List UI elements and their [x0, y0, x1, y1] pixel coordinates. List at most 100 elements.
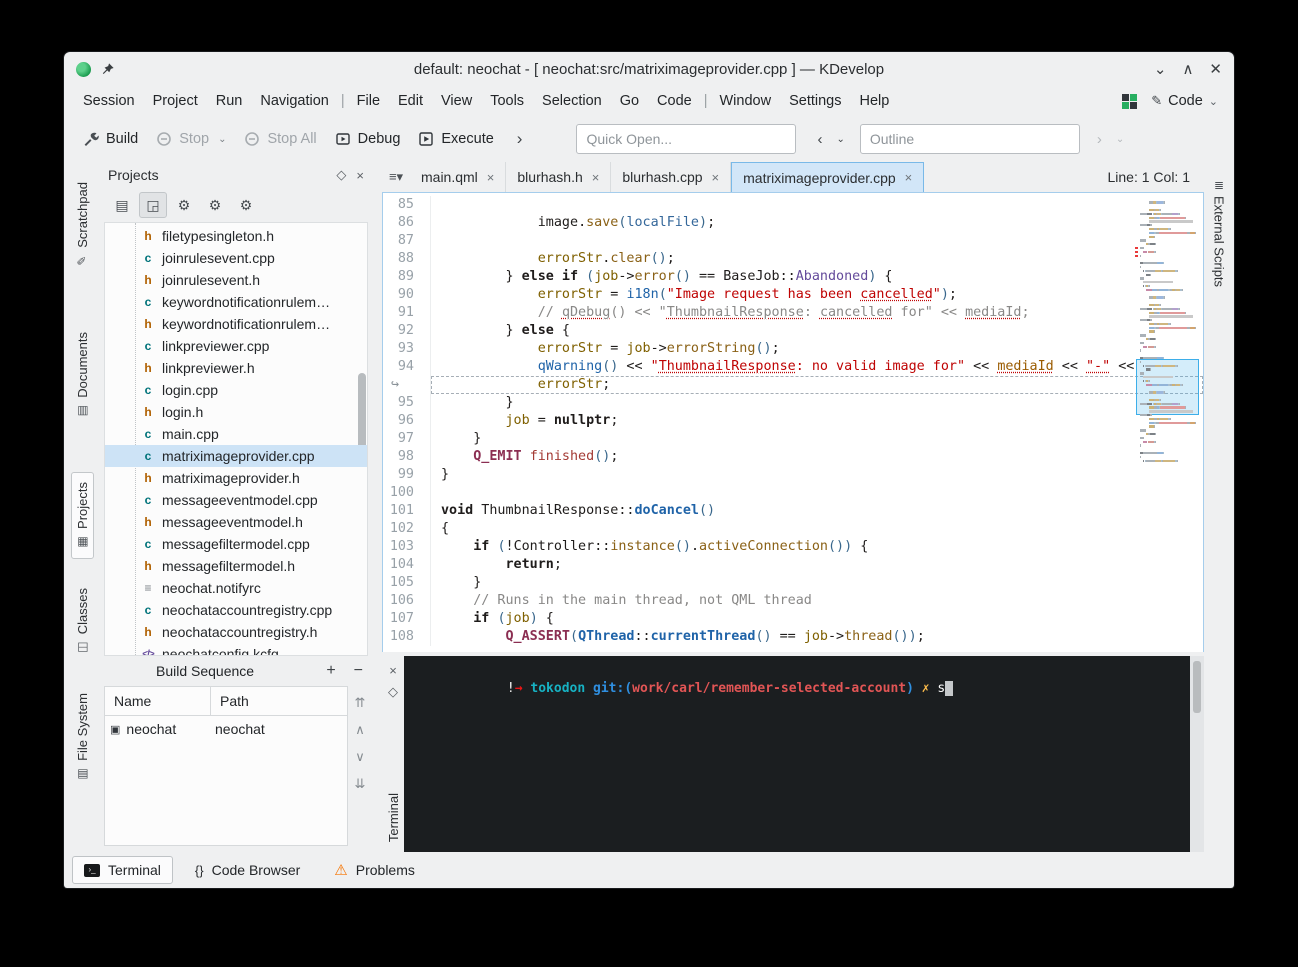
project-manage-icon[interactable]: ⚙: [232, 192, 260, 218]
close-button[interactable]: ✕: [1209, 62, 1222, 77]
document-list-button[interactable]: ≡▾: [382, 162, 410, 192]
tree-item[interactable]: hmessageeventmodel.h: [105, 511, 367, 533]
detach-panel-icon[interactable]: ◇: [336, 167, 346, 183]
execute-button[interactable]: Execute: [409, 124, 502, 154]
tree-item[interactable]: cneochataccountregistry.cpp: [105, 599, 367, 621]
code-line[interactable]: 87: [383, 232, 1203, 250]
tree-item[interactable]: hmessagefiltermodel.h: [105, 555, 367, 577]
minimap[interactable]: [1139, 197, 1197, 469]
code-line[interactable]: 86 image.save(localFile);: [383, 214, 1203, 232]
minimize-button[interactable]: ⌄: [1154, 62, 1167, 77]
menu-file[interactable]: File: [348, 89, 389, 113]
tab-main-qml[interactable]: main.qml×: [410, 162, 506, 192]
tree-item[interactable]: hlinkpreviewer.h: [105, 357, 367, 379]
pin-icon[interactable]: [101, 62, 115, 76]
tree-item[interactable]: cjoinrulesevent.cpp: [105, 247, 367, 269]
panel-splitter[interactable]: [372, 162, 382, 852]
code-editor[interactable]: 8586 image.save(localFile);8788 errorStr…: [382, 192, 1204, 652]
menu-help[interactable]: Help: [850, 89, 898, 113]
code-line[interactable]: 105 }: [383, 574, 1203, 592]
code-line[interactable]: 97 }: [383, 430, 1203, 448]
detach-terminal-icon[interactable]: ◇: [388, 685, 398, 698]
perspective-selector[interactable]: ✎ Code ⌄: [1151, 93, 1218, 109]
outline-input[interactable]: [860, 124, 1080, 154]
tab-matriximageprovider-cpp[interactable]: matriximageprovider.cpp×: [731, 162, 924, 192]
menu-view[interactable]: View: [432, 89, 481, 113]
tree-item[interactable]: cmatriximageprovider.cpp: [105, 445, 367, 467]
code-line[interactable]: 99}: [383, 466, 1203, 484]
terminal-output[interactable]: !→ tokodon git:(work/carl/remember-selec…: [404, 656, 1190, 852]
sidebar-tab-file-system[interactable]: ▥File System: [71, 683, 94, 791]
build-sequence-row[interactable]: ▣ neochat neochat: [105, 716, 347, 742]
tree-item[interactable]: ≡neochat.notifyrc: [105, 577, 367, 599]
area-switcher-icon[interactable]: [1122, 94, 1137, 109]
bottom-tab-code-browser[interactable]: {}Code Browser: [183, 856, 312, 884]
close-terminal-icon[interactable]: ×: [389, 664, 397, 677]
menu-tools[interactable]: Tools: [481, 89, 533, 113]
code-line[interactable]: 95 }: [383, 394, 1203, 412]
tree-item[interactable]: cmessageeventmodel.cpp: [105, 489, 367, 511]
close-tab-icon[interactable]: ×: [487, 170, 495, 185]
history-back-button[interactable]: ‹: [810, 127, 829, 152]
move-top-button[interactable]: ⇈: [355, 696, 366, 709]
terminal-scrollbar[interactable]: [1190, 656, 1204, 852]
tree-item[interactable]: clogin.cpp: [105, 379, 367, 401]
menu-project[interactable]: Project: [144, 89, 207, 113]
code-line[interactable]: ↪ errorStr;: [383, 376, 1203, 394]
code-line[interactable]: 108 Q_ASSERT(QThread::currentThread() ==…: [383, 628, 1203, 646]
remove-build-item-button[interactable]: −: [345, 662, 372, 680]
code-line[interactable]: 88 errorStr.clear();: [383, 250, 1203, 268]
column-header-name[interactable]: Name: [105, 687, 211, 715]
tree-item[interactable]: hkeywordnotificationrulem…: [105, 313, 367, 335]
quick-open-input[interactable]: [576, 124, 796, 154]
code-line[interactable]: 106 // Runs in the main thread, not QML …: [383, 592, 1203, 610]
sidebar-tab-projects[interactable]: ▦Projects: [71, 472, 94, 559]
code-line[interactable]: 89 } else if (job->error() == BaseJob::A…: [383, 268, 1203, 286]
move-down-button[interactable]: ∨: [355, 750, 365, 763]
menu-settings[interactable]: Settings: [780, 89, 850, 113]
code-line[interactable]: 96 job = nullptr;: [383, 412, 1203, 430]
sidebar-tab-documents[interactable]: ▤Documents: [71, 322, 94, 428]
bottom-tab-terminal[interactable]: ›_Terminal: [72, 856, 173, 884]
sidebar-tab-classes[interactable]: ◫Classes: [71, 578, 94, 664]
stop-all-button[interactable]: Stop All: [235, 124, 325, 154]
history-dropdown-button[interactable]: ⌄: [829, 130, 851, 149]
project-build-settings-icon[interactable]: ⚙: [201, 192, 229, 218]
menu-selection[interactable]: Selection: [533, 89, 611, 113]
bottom-tab-problems[interactable]: ⚠Problems: [322, 856, 427, 884]
close-tab-icon[interactable]: ×: [592, 170, 600, 185]
code-line[interactable]: 104 return;: [383, 556, 1203, 574]
tab-blurhash-cpp[interactable]: blurhash.cpp×: [611, 162, 731, 192]
column-header-path[interactable]: Path: [211, 693, 249, 709]
close-tab-icon[interactable]: ×: [905, 170, 913, 185]
menu-session[interactable]: Session: [74, 89, 144, 113]
code-line[interactable]: 85: [383, 196, 1203, 214]
menu-code[interactable]: Code: [648, 89, 701, 113]
toolbar-expand-button[interactable]: ›: [509, 125, 531, 153]
debug-button[interactable]: Debug: [326, 124, 410, 154]
project-settings-icon[interactable]: ⚙: [170, 192, 198, 218]
add-build-item-button[interactable]: +: [317, 662, 344, 680]
code-line[interactable]: 91 // qDebug() << "ThumbnailResponse: ca…: [383, 304, 1203, 322]
close-tab-icon[interactable]: ×: [712, 170, 720, 185]
maximize-button[interactable]: ∧: [1182, 62, 1193, 77]
move-up-button[interactable]: ∧: [355, 723, 365, 736]
menu-run[interactable]: Run: [207, 89, 252, 113]
tree-item[interactable]: </>neochatconfig.kcfg: [105, 643, 367, 656]
close-panel-icon[interactable]: ×: [356, 168, 364, 183]
code-line[interactable]: 101void ThumbnailResponse::doCancel(): [383, 502, 1203, 520]
move-bottom-button[interactable]: ⇊: [355, 777, 366, 790]
titlebar[interactable]: default: neochat - [ neochat:src/matrixi…: [64, 52, 1234, 86]
build-button[interactable]: Build: [74, 124, 147, 154]
menu-go[interactable]: Go: [611, 89, 648, 113]
sidebar-tab-scratchpad[interactable]: ✎Scratchpad: [71, 172, 94, 278]
code-line[interactable]: 107 if (job) {: [383, 610, 1203, 628]
tree-item[interactable]: hjoinrulesevent.h: [105, 269, 367, 291]
tree-item[interactable]: cmessagefiltermodel.cpp: [105, 533, 367, 555]
menu-window[interactable]: Window: [711, 89, 781, 113]
menu-edit[interactable]: Edit: [389, 89, 432, 113]
project-filter-icon[interactable]: ◲: [139, 192, 167, 218]
forward-dropdown-button[interactable]: ⌄: [1109, 130, 1131, 149]
tree-item[interactable]: ckeywordnotificationrulem…: [105, 291, 367, 313]
code-line[interactable]: 93 errorStr = job->errorString();: [383, 340, 1203, 358]
